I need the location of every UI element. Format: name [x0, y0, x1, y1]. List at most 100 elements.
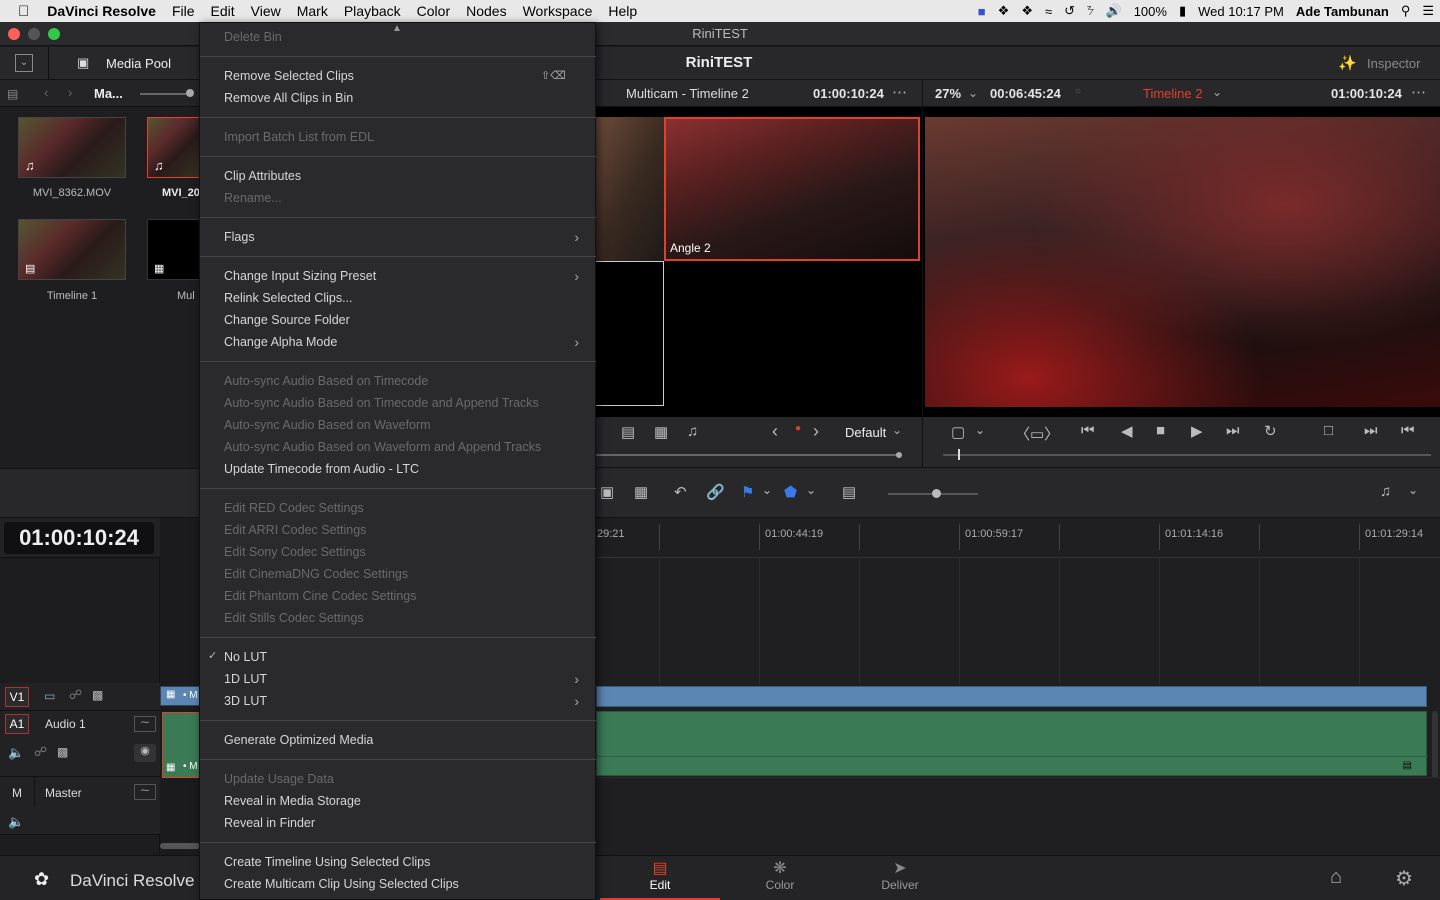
loop-icon[interactable]: ↻ — [1264, 422, 1277, 440]
angle-3-frame[interactable] — [596, 261, 664, 406]
thumb-size-handle[interactable] — [186, 89, 194, 97]
panel-toggle-icon[interactable]: ⌄ — [15, 54, 33, 72]
menu-nodes[interactable]: Nodes — [458, 3, 514, 19]
menu-create-multicam-clip[interactable]: Create Multicam Clip Using Selected Clip… — [224, 873, 459, 895]
notification-center-icon[interactable]: ☰ — [1416, 3, 1440, 19]
apple-icon[interactable]:  — [0, 3, 37, 20]
auto-select-icon[interactable]: ▩ — [57, 745, 68, 759]
list-view-icon[interactable]: ▤ — [7, 87, 18, 101]
menu-flags[interactable]: Flags › — [224, 226, 589, 248]
timeline-viewer-canvas[interactable] — [922, 107, 1440, 417]
fullscreen-icon[interactable]: □ — [1324, 422, 1333, 439]
prev-angle-icon[interactable]: ‹ — [772, 421, 778, 442]
dropbox-icon[interactable]: ❖ — [1015, 3, 1039, 19]
next-edit-icon[interactable]: ⏮ — [1401, 422, 1415, 439]
thumb-size-slider[interactable] — [140, 93, 190, 95]
track-a1-name[interactable]: Audio 1 — [45, 717, 86, 731]
timeline-scrubber[interactable] — [943, 454, 1431, 456]
home-icon[interactable]: ⌂ — [1330, 866, 1342, 889]
source-viewer-canvas[interactable]: Angle 2 — [596, 107, 922, 417]
timeline-name-select[interactable]: Timeline 2 — [1143, 86, 1202, 101]
link-icon[interactable]: 🔗 — [706, 483, 725, 501]
lock-icon[interactable]: ☍ — [69, 687, 82, 703]
track-master-name[interactable]: Master — [45, 786, 82, 800]
source-scrubber[interactable] — [596, 454, 901, 456]
menu-create-timeline[interactable]: Create Timeline Using Selected Clips — [224, 851, 430, 873]
time-machine-icon[interactable]: ↺ — [1058, 3, 1081, 19]
track-master-badge[interactable]: M — [12, 786, 22, 800]
chevron-down-icon[interactable]: ⌄ — [806, 483, 816, 497]
clip-thumb[interactable]: ♫ — [18, 117, 126, 178]
play-icon[interactable]: ▶ — [1191, 422, 1203, 440]
zoom-window-button[interactable] — [48, 28, 60, 40]
menu-clip-attributes[interactable]: Clip Attributes — [224, 165, 301, 187]
marker-icon[interactable]: ⬟ — [784, 483, 797, 501]
menu-relink-clips[interactable]: Relink Selected Clips... — [224, 287, 353, 309]
video-audio-icon[interactable]: ▦ — [654, 423, 668, 441]
menu-change-alpha-mode[interactable]: Change Alpha Mode › — [224, 331, 589, 353]
bin-breadcrumb[interactable]: Ma... — [94, 86, 123, 101]
track-a1-badge[interactable]: A1 — [5, 714, 29, 734]
lock-icon[interactable]: ☍ — [34, 744, 47, 760]
menu-reveal-in-finder[interactable]: Reveal in Finder — [224, 812, 315, 834]
angle-2-image[interactable]: Angle 2 — [664, 117, 920, 261]
solo-icon[interactable]: ◉ — [134, 744, 156, 762]
menubar-app-name[interactable]: DaVinci Resolve — [37, 3, 164, 19]
snap-icon[interactable]: ↶ — [674, 483, 687, 501]
status-app-icon[interactable]: ■ — [972, 4, 992, 19]
wifi-icon[interactable]: ≈ — [1039, 4, 1058, 19]
monitor-icon[interactable]: ▭ — [44, 689, 55, 703]
battery-percent[interactable]: 100% — [1128, 4, 1173, 19]
clip-thumb-selected[interactable]: ♫ — [147, 117, 200, 178]
chevron-down-icon[interactable]: ⌄ — [762, 483, 772, 497]
battery-icon[interactable]: ▮ — [1173, 3, 1192, 19]
audio-meter-icon[interactable]: ♫ — [1380, 483, 1391, 500]
menubar-clock[interactable]: Wed 10:17 PM — [1192, 4, 1290, 19]
menu-file[interactable]: File — [164, 3, 203, 19]
bluetooth-icon[interactable]: ᜢ — [1081, 3, 1100, 19]
menubar-user[interactable]: Ade Tambunan — [1290, 4, 1395, 19]
page-edit-button[interactable]: ▤ Edit — [600, 855, 720, 900]
auto-select-icon[interactable]: ▩ — [92, 688, 103, 702]
close-window-button[interactable] — [8, 28, 20, 40]
timeline-options-icon[interactable]: ⋯ — [1411, 83, 1426, 101]
spotlight-icon[interactable]: ⚲ — [1395, 3, 1417, 19]
audio-clip[interactable]: ▤ — [596, 711, 1428, 776]
chevron-down-icon[interactable]: ⌄ — [892, 423, 902, 437]
source-scrubber-handle[interactable] — [896, 452, 902, 458]
inspector-button[interactable]: Inspector — [1367, 56, 1420, 71]
menu-playback[interactable]: Playback — [336, 3, 409, 19]
menu-color[interactable]: Color — [409, 3, 458, 19]
menu-workspace[interactable]: Workspace — [515, 3, 601, 19]
timeline-hscroll[interactable] — [160, 843, 200, 849]
menu-change-source-folder[interactable]: Change Source Folder — [224, 309, 350, 331]
menu-edit[interactable]: Edit — [203, 3, 243, 19]
menu-remove-all-clips[interactable]: Remove All Clips in Bin — [224, 87, 353, 109]
page-deliver-button[interactable]: ➤ Deliver — [840, 855, 960, 900]
audio-channel-icon[interactable]: ⁓ — [134, 716, 156, 732]
speaker-icon[interactable]: 🔈 — [8, 814, 24, 830]
clip-menu-icon[interactable]: ▤ — [1403, 760, 1412, 771]
clip-film-icon[interactable]: ▤ — [621, 423, 635, 441]
menu-mark[interactable]: Mark — [289, 3, 336, 19]
track-v1-badge[interactable]: V1 — [5, 687, 29, 707]
menu-1d-lut[interactable]: 1D LUT › — [224, 668, 589, 690]
page-color-button[interactable]: ❋ Color — [720, 855, 840, 900]
timeline-thumb[interactable]: ▤ — [18, 219, 126, 280]
scroll-up-arrow-icon[interactable]: ▲ — [392, 23, 402, 34]
match-frame-icon[interactable]: 〈▭〉 — [1015, 423, 1059, 444]
safe-area-icon[interactable]: ▢ — [951, 423, 965, 441]
audio-channel-icon[interactable]: ⁓ — [134, 784, 156, 800]
menu-update-timecode-ltc[interactable]: Update Timecode from Audio - LTC — [224, 458, 419, 480]
flag-icon[interactable]: ⚑ — [741, 483, 754, 501]
viewer-zoom[interactable]: 27% — [935, 86, 961, 101]
source-options-icon[interactable]: ⋯ — [892, 83, 907, 101]
angle-1-image[interactable] — [596, 117, 664, 261]
forward-arrow-icon[interactable]: › — [68, 85, 72, 100]
source-viewer-title[interactable]: Multicam - Timeline 2 — [626, 86, 749, 101]
menu-view[interactable]: View — [243, 3, 289, 19]
multicam-thumb[interactable]: ▦ — [147, 219, 200, 280]
menu-generate-optimized-media[interactable]: Generate Optimized Media — [224, 729, 373, 751]
jump-start-icon[interactable]: ⏮ — [1081, 422, 1095, 439]
menu-reveal-media-storage[interactable]: Reveal in Media Storage — [224, 790, 361, 812]
